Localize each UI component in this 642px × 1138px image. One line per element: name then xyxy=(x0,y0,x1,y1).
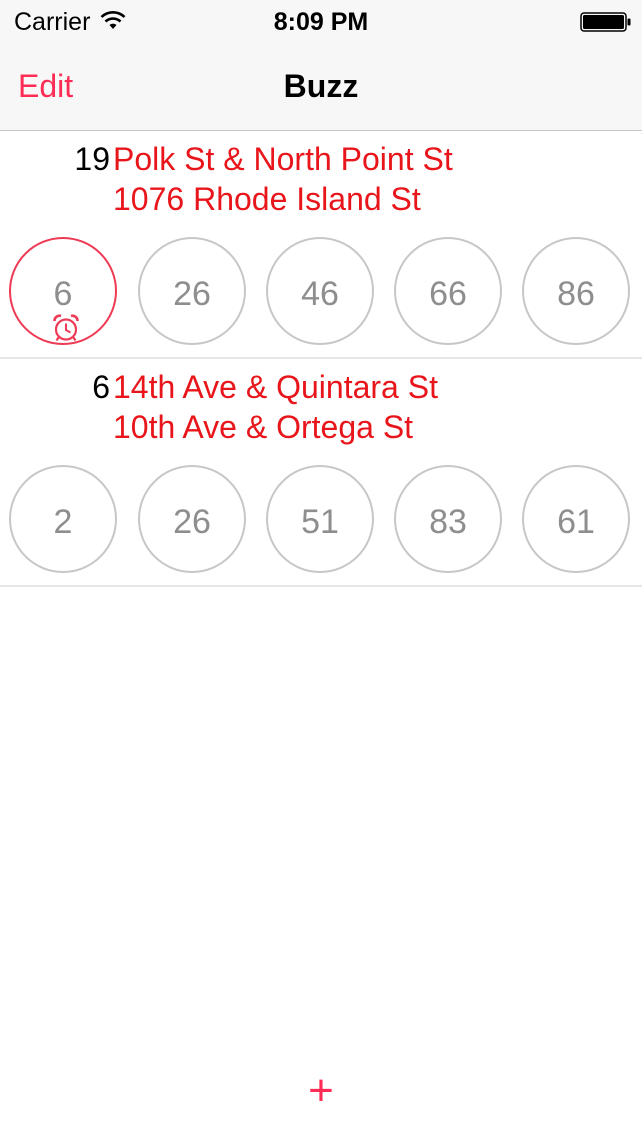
stop-name: Polk St & North Point St xyxy=(113,141,453,177)
arrival-time-button[interactable]: 61 xyxy=(522,465,630,573)
clock-time: 8:09 PM xyxy=(273,8,369,36)
route-number: 6 xyxy=(92,369,110,405)
stop-name: 14th Ave & Quintara St xyxy=(113,369,438,405)
arrival-time-alarm-button[interactable]: 6 xyxy=(9,237,117,345)
route-number: 19 xyxy=(74,141,110,177)
app-screen: Carrier 8:09 PM Edit Buzz 19 Polk St & N… xyxy=(0,0,642,1138)
arrival-minutes: 83 xyxy=(429,503,467,541)
arrival-minutes: 2 xyxy=(53,503,73,541)
battery-icon xyxy=(580,12,632,32)
arrival-minutes: 6 xyxy=(53,275,73,313)
arrival-minutes: 46 xyxy=(301,275,339,313)
arrival-time-button[interactable]: 26 xyxy=(138,237,246,345)
arrival-minutes: 51 xyxy=(301,503,339,541)
arrival-time-button[interactable]: 26 xyxy=(138,465,246,573)
arrival-minutes: 86 xyxy=(557,275,595,313)
stop-card[interactable]: 19 Polk St & North Point St 1076 Rhode I… xyxy=(0,131,642,359)
arrival-time-button[interactable]: 46 xyxy=(266,237,374,345)
page-title: Buzz xyxy=(283,68,359,104)
destination-stop-name: 10th Ave & Ortega St xyxy=(113,409,414,445)
arrival-minutes: 26 xyxy=(173,503,211,541)
alarm-clock-icon xyxy=(51,313,81,343)
arrival-minutes: 26 xyxy=(173,275,211,313)
arrival-minutes: 66 xyxy=(429,275,467,313)
arrival-time-button[interactable]: 2 xyxy=(9,465,117,573)
arrival-time-button[interactable]: 83 xyxy=(394,465,502,573)
stop-card[interactable]: 6 14th Ave & Quintara St 10th Ave & Orte… xyxy=(0,359,642,587)
arrival-times-row: 2 26 51 83 61 xyxy=(0,465,642,577)
top-bar: Carrier 8:09 PM Edit Buzz xyxy=(0,0,642,131)
add-stop-button[interactable]: + xyxy=(296,1066,346,1116)
arrival-minutes: 61 xyxy=(557,503,595,541)
destination-stop-name: 1076 Rhode Island St xyxy=(113,181,421,217)
arrival-time-button[interactable]: 66 xyxy=(394,237,502,345)
arrival-times-row: 6 26 46 66 86 xyxy=(0,237,642,349)
arrival-time-button[interactable]: 86 xyxy=(522,237,630,345)
arrival-time-button[interactable]: 51 xyxy=(266,465,374,573)
